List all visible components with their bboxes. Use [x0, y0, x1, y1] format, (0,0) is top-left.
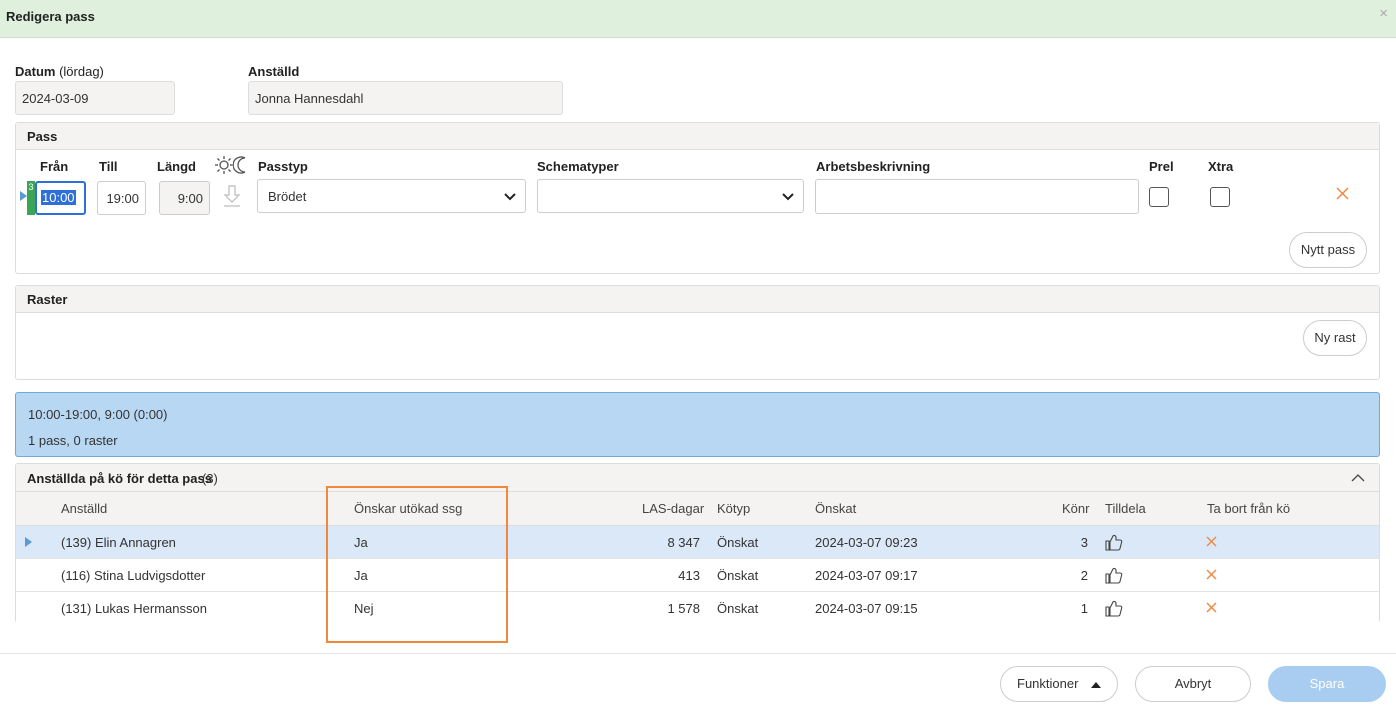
close-icon[interactable]: [1206, 569, 1217, 580]
col-schematyper: Schematyper: [537, 159, 619, 174]
cell-las: 413: [678, 568, 700, 583]
close-icon[interactable]: [1336, 187, 1349, 200]
datum-label: Datum (lördag): [15, 64, 104, 79]
table-row[interactable]: (139) Elin Annagren Ja 8 347 Önskat 2024…: [16, 526, 1379, 559]
cell-kotyp: Önskat: [717, 568, 759, 583]
till-input[interactable]: 19:00: [97, 181, 146, 215]
avbryt-button[interactable]: Avbryt: [1135, 666, 1251, 702]
passtyp-select[interactable]: Brödet: [257, 179, 526, 213]
fran-input[interactable]: 10:00: [35, 181, 86, 215]
th-tilldela[interactable]: Tilldela: [1105, 501, 1146, 516]
summary-line-1: 10:00-19:00, 9:00 (0:00): [28, 407, 168, 422]
langd-field: 9:00: [159, 181, 210, 215]
th-las[interactable]: LAS-dagar: [642, 501, 704, 516]
thumbs-up-icon[interactable]: [1105, 567, 1123, 584]
thumbs-up-icon[interactable]: [1105, 534, 1123, 551]
pass-marker: 3: [27, 181, 35, 215]
table-row[interactable]: (131) Lukas Hermansson Nej 1 578 Önskat …: [16, 592, 1379, 625]
th-onskat[interactable]: Önskat: [815, 501, 856, 516]
chevron-up-icon[interactable]: [1351, 472, 1365, 484]
cell-las: 1 578: [667, 601, 700, 616]
close-icon[interactable]: [1206, 536, 1217, 547]
cell-las: 8 347: [667, 535, 700, 550]
pass-panel-title: Pass: [16, 123, 1379, 150]
dialog-title: Redigera pass: [6, 9, 95, 24]
col-xtra: Xtra: [1208, 159, 1234, 174]
cell-onskar: Ja: [354, 568, 368, 583]
xtra-checkbox[interactable]: [1210, 187, 1230, 207]
datum-weekday: (lördag): [59, 64, 104, 79]
cell-onskar: Nej: [354, 601, 374, 616]
cell-anstalld: (131) Lukas Hermansson: [61, 601, 207, 616]
nytt-pass-button[interactable]: Nytt pass: [1289, 232, 1367, 268]
col-langd: Längd: [157, 159, 196, 174]
ny-rast-button[interactable]: Ny rast: [1303, 320, 1367, 356]
cell-onskat: 2024-03-07 09:17: [815, 568, 918, 583]
cell-kotyp: Önskat: [717, 535, 759, 550]
col-passtyp: Passtyp: [258, 159, 308, 174]
anstalld-field: Jonna Hannesdahl: [248, 81, 563, 115]
cell-kotyp: Önskat: [717, 601, 759, 616]
cell-konr: 2: [1080, 568, 1088, 583]
th-anstalld[interactable]: Anställd: [61, 501, 107, 516]
spara-button[interactable]: Spara: [1268, 666, 1386, 702]
datum-label-text: Datum: [15, 64, 56, 79]
cell-onskar: Ja: [354, 535, 368, 550]
table-row[interactable]: (116) Stina Ludvigsdotter Ja 413 Önskat …: [16, 559, 1379, 592]
th-kotyp[interactable]: Kötyp: [717, 501, 750, 516]
anstalld-label: Anställd: [248, 64, 299, 79]
funktioner-label: Funktioner: [1017, 676, 1079, 691]
dialog-titlebar: Redigera pass ×: [0, 0, 1396, 38]
th-onskar[interactable]: Önskar utökad ssg: [354, 501, 462, 516]
caret-right-icon: [20, 191, 27, 201]
cell-anstalld: (139) Elin Annagren: [61, 535, 176, 550]
close-icon[interactable]: [1206, 602, 1217, 613]
cell-onskat: 2024-03-07 09:23: [815, 535, 918, 550]
datum-field: 2024-03-09: [15, 81, 175, 115]
sun-icon[interactable]: [214, 155, 234, 175]
chevron-down-icon: [782, 193, 794, 201]
fran-value: 10:00: [41, 190, 76, 205]
col-arbetsbeskrivning: Arbetsbeskrivning: [816, 159, 931, 174]
thumbs-up-icon[interactable]: [1105, 600, 1123, 617]
col-till: Till: [99, 159, 118, 174]
cell-onskat: 2024-03-07 09:15: [815, 601, 918, 616]
schematyper-select[interactable]: [537, 179, 804, 213]
queue-title: Anställda på kö för detta pass: [27, 471, 212, 486]
queue-column-headers: Anställd Önskar utökad ssg LAS-dagar Köt…: [16, 492, 1379, 526]
th-ta-bort[interactable]: Ta bort från kö: [1207, 501, 1290, 516]
arbetsbeskrivning-input[interactable]: [815, 179, 1139, 214]
chevron-down-icon: [504, 193, 516, 201]
cell-anstalld: (116) Stina Ludvigsdotter: [61, 568, 206, 583]
arrow-down-icon[interactable]: [222, 184, 242, 208]
col-fran: Från: [40, 159, 69, 174]
anstalld-label-text: Anställd: [248, 64, 300, 79]
col-prel: Prel: [1149, 159, 1174, 174]
moon-icon[interactable]: [233, 155, 249, 175]
queue-count: (3): [202, 471, 218, 486]
cell-konr: 1: [1080, 601, 1088, 616]
pass-summary: 10:00-19:00, 9:00 (0:00) 1 pass, 0 raste…: [15, 392, 1380, 457]
caret-up-icon: [1091, 682, 1101, 688]
prel-checkbox[interactable]: [1149, 187, 1169, 207]
funktioner-button[interactable]: Funktioner: [1000, 666, 1118, 702]
raster-panel: Raster: [15, 285, 1380, 380]
queue-panel: Anställda på kö för detta pass (3) Anstä…: [15, 463, 1380, 625]
caret-right-icon: [25, 537, 32, 547]
raster-panel-title: Raster: [16, 286, 1379, 313]
footer-divider: [0, 653, 1396, 654]
close-icon[interactable]: ×: [1379, 5, 1388, 22]
queue-header: Anställda på kö för detta pass (3): [16, 464, 1379, 492]
cell-konr: 3: [1080, 535, 1088, 550]
passtyp-value: Brödet: [268, 189, 307, 204]
th-konr[interactable]: Könr: [1062, 501, 1089, 516]
summary-line-2: 1 pass, 0 raster: [28, 433, 118, 448]
